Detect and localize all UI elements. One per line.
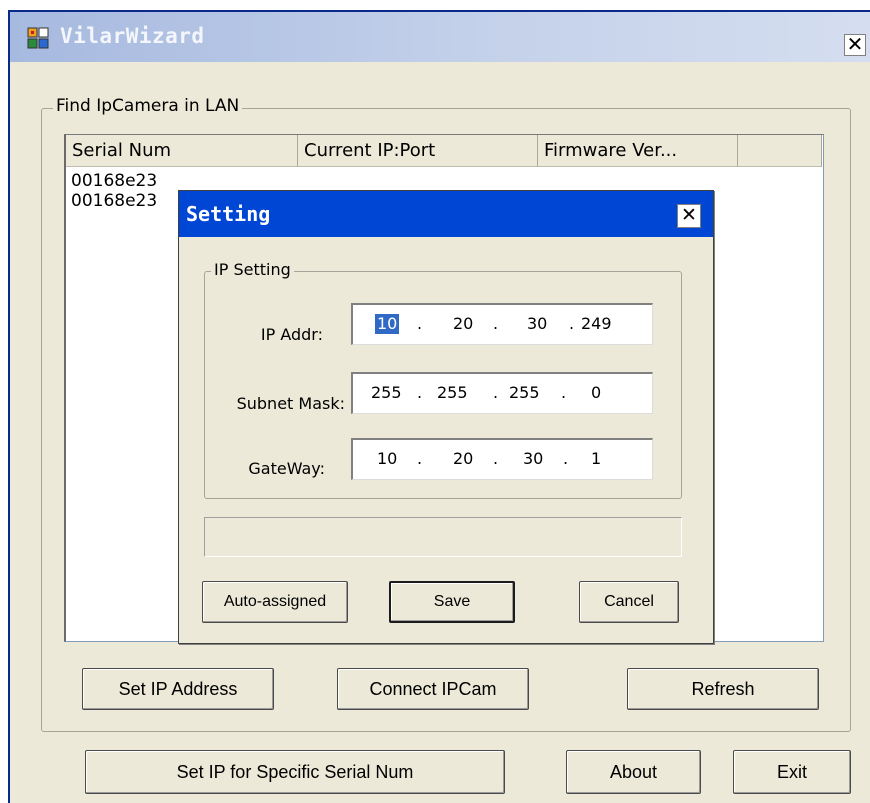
about-button[interactable]: About [566, 750, 701, 794]
window-title: VilarWizard [60, 24, 205, 48]
column-firmware-ver[interactable]: Firmware Ver... [538, 135, 738, 167]
column-current-ip[interactable]: Current IP:Port [298, 135, 538, 167]
progress-bar [204, 517, 682, 557]
subnet-mask-label: Subnet Mask: [236, 394, 345, 413]
ip-setting-legend: IP Setting [211, 260, 294, 279]
octet-separator: . [493, 314, 499, 333]
list-item[interactable]: 00168e23 [71, 171, 181, 191]
list-header: Serial Num Current IP:Port Firmware Ver.… [66, 135, 822, 167]
setting-dialog: Setting ✕ IP Setting IP Addr: 10 . 20 . … [178, 190, 714, 644]
gateway-octet-2[interactable]: 20 [453, 449, 473, 469]
gateway-octet-1[interactable]: 10 [377, 449, 397, 469]
list-item[interactable]: 00168e23 [71, 191, 181, 211]
gateway-octet-4[interactable]: 1 [591, 449, 601, 469]
octet-separator: . [563, 449, 569, 468]
ip-octet-1[interactable]: 10 [375, 314, 400, 334]
save-button[interactable]: Save [389, 581, 515, 623]
setting-title: Setting [186, 202, 271, 226]
octet-separator: . [493, 449, 499, 468]
octet-separator: . [417, 314, 423, 333]
octet-separator: . [569, 314, 575, 333]
column-serial-num[interactable]: Serial Num [66, 135, 298, 167]
close-icon[interactable]: ✕ [677, 204, 701, 228]
gateway-field[interactable]: 10 . 20 . 30 . 1 [351, 438, 653, 480]
set-ip-address-button[interactable]: Set IP Address [82, 668, 274, 710]
setting-titlebar[interactable]: Setting ✕ [179, 191, 713, 237]
app-grid-icon [27, 27, 49, 49]
octet-separator: . [493, 383, 499, 402]
ip-octet-3[interactable]: 30 [527, 314, 547, 334]
column-extra[interactable] [738, 135, 822, 167]
auto-assigned-button[interactable]: Auto-assigned [202, 581, 348, 623]
refresh-button[interactable]: Refresh [627, 668, 819, 710]
octet-separator: . [561, 383, 567, 402]
octet-separator: . [417, 449, 423, 468]
subnet-octet-4[interactable]: 0 [591, 383, 601, 403]
main-titlebar[interactable]: VilarWizard ✕ [10, 12, 870, 62]
close-icon[interactable]: ✕ [844, 34, 866, 56]
subnet-octet-2[interactable]: 255 [437, 383, 468, 403]
gateway-octet-3[interactable]: 30 [523, 449, 543, 469]
cancel-button[interactable]: Cancel [579, 581, 679, 623]
octet-separator: . [417, 383, 423, 402]
ip-octet-2[interactable]: 20 [453, 314, 473, 334]
ip-octet-4[interactable]: 249 [581, 314, 612, 334]
gateway-label: GateWay: [248, 459, 325, 478]
subnet-octet-3[interactable]: 255 [509, 383, 540, 403]
exit-button[interactable]: Exit [733, 750, 851, 794]
find-ipcamera-legend: Find IpCamera in LAN [53, 96, 243, 116]
connect-ipcam-button[interactable]: Connect IPCam [337, 668, 529, 710]
set-ip-specific-serial-button[interactable]: Set IP for Specific Serial Num [85, 750, 505, 794]
ip-addr-label: IP Addr: [260, 325, 323, 344]
subnet-mask-field[interactable]: 255 . 255 . 255 . 0 [351, 372, 653, 414]
subnet-octet-1[interactable]: 255 [371, 383, 402, 403]
ip-addr-field[interactable]: 10 . 20 . 30 . 249 [351, 303, 653, 345]
